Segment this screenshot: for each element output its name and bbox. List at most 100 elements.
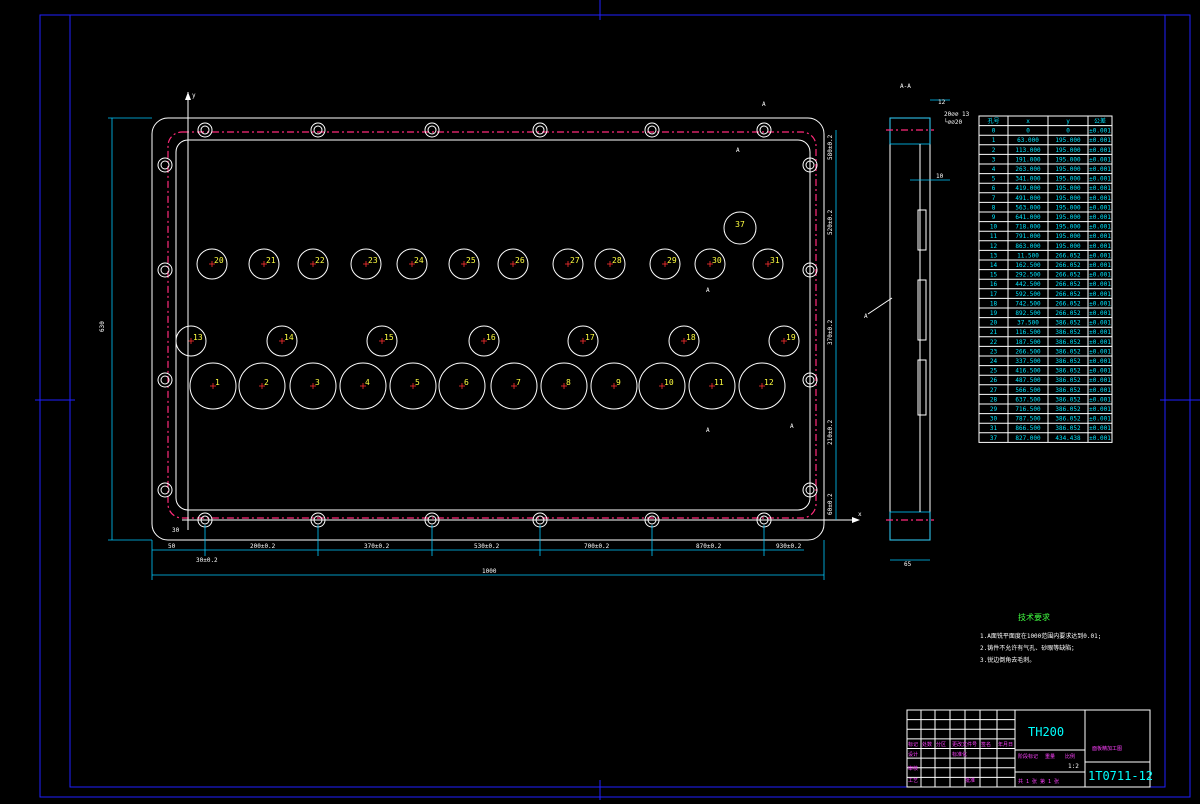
table-cell: 266.052: [1055, 291, 1081, 298]
table-cell: 30: [990, 416, 998, 423]
hole-label-9: 9: [616, 378, 621, 387]
note-line-2: 2.铸件不允许有气孔、砂眼等缺陷；: [980, 644, 1077, 652]
hole-label-21: 21: [266, 256, 276, 265]
hole-label-30: 30: [712, 256, 722, 265]
table-cell: 0: [1066, 128, 1070, 135]
hole-label-20: 20: [214, 256, 224, 265]
hole-label-25: 25: [466, 256, 476, 265]
bolt-hole-inner: [647, 125, 657, 135]
table-cell: 416.500: [1015, 368, 1041, 375]
hole-label-6: 6: [464, 378, 469, 387]
table-cell: 419.000: [1015, 185, 1041, 192]
table-cell: 195.000: [1055, 166, 1081, 173]
hole-label-5: 5: [415, 378, 420, 387]
table-cell: ±0.001: [1089, 272, 1111, 279]
table-cell: ±0.001: [1089, 291, 1111, 298]
table-cell: 637.500: [1015, 396, 1041, 403]
x-axis-label: x: [858, 511, 862, 518]
hole-label-14: 14: [284, 333, 294, 342]
dim-v580: 580±0.2: [827, 134, 834, 160]
table-cell: 641.000: [1015, 214, 1041, 221]
horizontal-dimensions: 50 30 30±0.2 200±0.2 370±0.2 530±0.2 700…: [151, 525, 825, 580]
table-cell: 5: [992, 176, 996, 183]
bolt-hole: [644, 122, 660, 138]
table-cell: 195.000: [1055, 224, 1081, 231]
table-cell: 386.052: [1055, 329, 1081, 336]
table-cell: 26: [990, 377, 998, 384]
table-cell: 12: [990, 243, 998, 250]
table-cell: 11.500: [1017, 252, 1039, 259]
table-cell: 386.052: [1055, 348, 1081, 355]
table-cell: 827.000: [1015, 435, 1041, 442]
bolt-hole: [424, 122, 440, 138]
table-cell: 337.500: [1015, 358, 1041, 365]
table-cell: 863.000: [1015, 243, 1041, 250]
table-cell: 16: [990, 281, 998, 288]
plate-plan-view: 1 2 3 4 5 6 7 8 9 10 11 12 13 14 15 16 17 18 19 20 21 22 23 2…: [151, 101, 893, 541]
table-cell: ±0.001: [1089, 147, 1111, 154]
table-cell: ±0.001: [1089, 387, 1111, 394]
bolt-hole: [157, 157, 173, 173]
drawing-scale: 1:2: [1068, 763, 1079, 770]
table-cell: 791.000: [1015, 233, 1041, 240]
table-cell: 2: [992, 147, 996, 154]
hole-label-8: 8: [566, 378, 571, 387]
table-cell: ±0.001: [1089, 128, 1111, 135]
cad-drawing-canvas: 1 2 3 4 5 6 7 8 9 10 11 12 13 14 15 16 17 18 19 20 21 22 23 2…: [0, 0, 1200, 800]
hole-label-17: 17: [585, 333, 595, 342]
inner-frame: [69, 14, 1166, 788]
plate-outline: [151, 117, 825, 541]
drawing-code: TH200: [1028, 725, 1064, 739]
table-cell: ±0.001: [1089, 224, 1111, 231]
dim-65: 65: [904, 561, 912, 568]
table-header-cell: 公差: [1094, 117, 1106, 125]
middle-hole-row: 13 14 15 16 17 18 19: [175, 325, 800, 357]
hole-label-16: 16: [486, 333, 496, 342]
table-header-cell: 孔号: [987, 117, 999, 125]
table-cell: 266.052: [1055, 300, 1081, 307]
hole-label-2: 2: [264, 378, 269, 387]
tb-label: 标准化: [952, 751, 967, 758]
hole-label-11: 11: [714, 378, 724, 387]
dim-1000: 1000: [482, 568, 497, 575]
hole-label-13: 13: [193, 333, 203, 342]
upper-hole-row: 20 21 22 23 24 25 26 27 28 29 30 31: [196, 248, 784, 280]
table-cell: ±0.001: [1089, 435, 1111, 442]
tb-label: 比例: [1065, 753, 1075, 760]
table-cell: 195.000: [1055, 204, 1081, 211]
table-cell: ±0.001: [1089, 406, 1111, 413]
section-bottom-flange: [889, 511, 931, 541]
table-cell: 7: [992, 195, 996, 202]
section-marker-a6: A: [864, 313, 868, 320]
bolt-hole-inner: [313, 125, 323, 135]
table-cell: ±0.001: [1089, 377, 1111, 384]
table-cell: 195.000: [1055, 195, 1081, 202]
table-cell: 386.052: [1055, 339, 1081, 346]
table-cell: 15: [990, 272, 998, 279]
hole-label-12: 12: [764, 378, 774, 387]
title-block: 标记 处数 分区 更改文件号 签名 年月日设计 标准化 阶段标记 重量 比例审核工艺 批准 TH20…: [906, 709, 1153, 788]
dim-hole: 20⌀⌀ 13: [944, 111, 970, 118]
dim-10: 10: [936, 173, 944, 180]
table-cell: 491.000: [1015, 195, 1041, 202]
table-cell: ±0.001: [1089, 425, 1111, 432]
table-cell: 25: [990, 368, 998, 375]
drawing-name: 面板精加工图: [1092, 745, 1122, 752]
table-cell: 266.052: [1055, 272, 1081, 279]
section-marker-a1: A: [736, 147, 740, 154]
table-cell: 195.000: [1055, 147, 1081, 154]
table-cell: ±0.001: [1089, 358, 1111, 365]
dim-930: 930±0.2: [776, 543, 802, 550]
table-cell: 341.000: [1015, 176, 1041, 183]
section-leader: [867, 297, 893, 315]
notes-title: 技术要求: [1018, 612, 1050, 622]
table-cell: ±0.001: [1089, 156, 1111, 163]
hole-label-10: 10: [664, 378, 674, 387]
section-marker-a3: A: [706, 287, 710, 294]
table-cell: ±0.001: [1089, 310, 1111, 317]
table-cell: 195.000: [1055, 185, 1081, 192]
table-header-cell: x: [1026, 118, 1030, 125]
bolt-hole-inner: [200, 125, 210, 135]
dim-30: 30: [172, 527, 180, 534]
technical-notes: 技术要求 1.A面铣平面度在1000范围内要求达到0.01; 2.铸件不允许有气…: [980, 612, 1101, 664]
